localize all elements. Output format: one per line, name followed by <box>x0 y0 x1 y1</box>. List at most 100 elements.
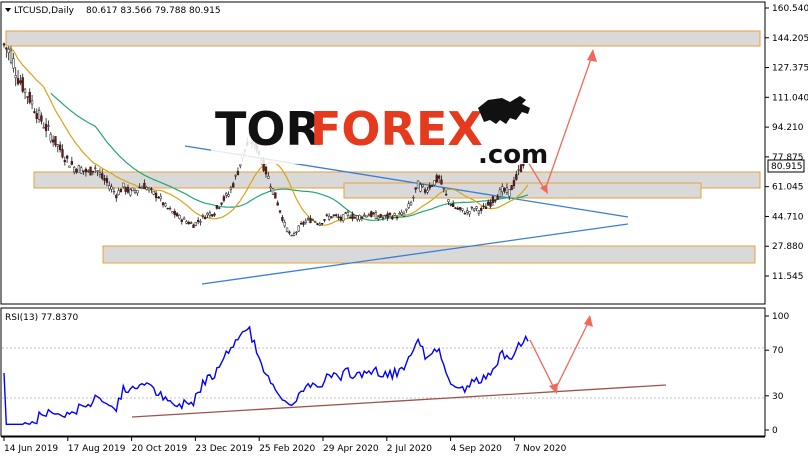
candle-body <box>405 208 408 211</box>
candle-body <box>37 110 41 120</box>
candle-body <box>204 216 207 220</box>
candle-body <box>365 215 368 218</box>
candle-body <box>337 216 340 218</box>
candle-body <box>136 190 139 194</box>
candle-body <box>80 167 83 174</box>
candle-body <box>35 113 38 120</box>
candle-body <box>318 223 321 226</box>
candle-body <box>105 178 109 183</box>
candle-body <box>449 204 452 206</box>
candle-body <box>178 214 181 219</box>
candle-body <box>119 188 123 193</box>
candle-body <box>393 213 396 216</box>
chart-root: TOR FOREX .com LTCUSD,Daily 80.617 83.56… <box>0 0 808 458</box>
candle-body <box>58 144 62 151</box>
candle-body <box>419 184 422 192</box>
candle-body <box>482 205 485 207</box>
last-price-marker: 80.915 <box>767 159 805 173</box>
candle-body <box>386 213 389 219</box>
candle-body <box>447 199 450 203</box>
candle-body <box>363 214 366 216</box>
candle-body <box>47 125 50 127</box>
date-tick-label: 4 Sep 2020 <box>451 444 503 454</box>
candle-body <box>353 217 357 219</box>
candle-body <box>5 47 8 50</box>
date-tick-label: 20 Oct 2019 <box>132 444 188 454</box>
candle-body <box>220 202 223 205</box>
logo-com: .com <box>478 140 548 170</box>
candle-body <box>379 214 382 218</box>
candle-body <box>335 214 338 216</box>
candle-body <box>75 169 78 173</box>
candle-body <box>515 174 518 180</box>
candle-body <box>351 213 354 220</box>
candle-body <box>466 210 469 213</box>
candle-body <box>473 208 476 211</box>
candle-body <box>222 196 226 201</box>
candle-body <box>42 127 45 129</box>
candle-body <box>339 216 343 221</box>
candle-body <box>323 219 326 221</box>
logo-tor: TOR <box>215 102 321 156</box>
resistance-zone-top <box>5 30 761 47</box>
candle-body <box>320 223 324 225</box>
candle-body <box>185 221 188 224</box>
rsi-tick-label: 70 <box>772 346 784 356</box>
candle-body <box>143 182 146 189</box>
candle-body <box>225 193 228 196</box>
candle-body <box>412 197 415 199</box>
candle-body <box>56 144 59 147</box>
candle-body <box>292 233 296 236</box>
candle-body <box>313 221 317 223</box>
candle-body <box>229 187 233 190</box>
candle-body <box>19 80 22 84</box>
candle-body <box>281 216 284 221</box>
candle-body <box>14 75 17 78</box>
candle-body <box>2 43 6 46</box>
candle-body <box>215 205 219 209</box>
candle-body <box>442 187 445 190</box>
candle-body <box>288 231 291 234</box>
candle-body <box>68 165 71 168</box>
candle-body <box>182 217 186 220</box>
candle-body <box>430 185 434 187</box>
candle-body <box>328 215 331 220</box>
candle-body <box>63 160 66 163</box>
candle-body <box>332 214 335 216</box>
candle-body <box>487 201 490 206</box>
candle-body <box>330 216 333 219</box>
candle-body <box>89 166 92 176</box>
candle-body <box>484 206 488 210</box>
date-tick-label: 17 Aug 2019 <box>68 444 126 454</box>
candle-body <box>299 223 303 225</box>
price-tick-label: 144.205 <box>772 34 808 44</box>
candle-body <box>140 187 144 190</box>
candle-body <box>152 190 155 195</box>
candle-body <box>358 215 361 220</box>
last-price-label: 80.915 <box>771 162 803 172</box>
candle-body <box>208 212 212 217</box>
candle-body <box>21 77 24 92</box>
candle-body <box>66 155 69 159</box>
date-tick-label: 14 Jun 2019 <box>4 444 58 454</box>
candle-body <box>454 207 457 209</box>
candle-body <box>94 167 97 169</box>
candle-body <box>133 189 137 193</box>
candle-body <box>40 115 43 122</box>
candle-body <box>9 50 13 63</box>
candle-body <box>297 225 300 232</box>
candle-body <box>381 217 385 219</box>
candle-body <box>302 222 305 225</box>
torforex-logo: TOR FOREX .com <box>211 96 548 170</box>
price-tick-label: 111.040 <box>772 93 808 103</box>
candle-body <box>49 133 52 142</box>
candle-body <box>311 219 314 221</box>
candle-body <box>187 222 190 225</box>
candle-body <box>377 216 380 220</box>
candle-body <box>173 210 176 216</box>
candle-body <box>360 216 364 219</box>
price-tick-label: 127.375 <box>772 64 808 74</box>
candle-body <box>295 231 298 234</box>
candle-body <box>264 166 268 175</box>
candle-body <box>16 78 20 85</box>
